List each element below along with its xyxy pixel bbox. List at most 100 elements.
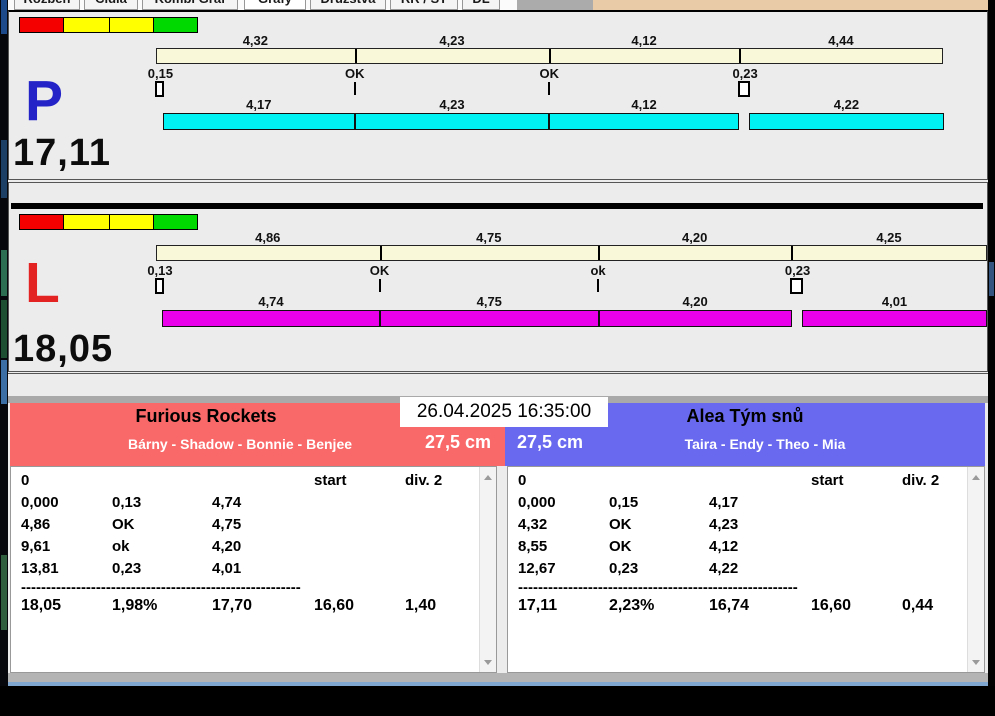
fault-box-marker (155, 81, 164, 97)
run-bar-segment (354, 113, 550, 130)
scroll-up-button[interactable] (968, 469, 984, 485)
run-bar-segment (598, 310, 792, 327)
tab-rr-t[interactable]: RR / ŠT (390, 0, 458, 10)
table-cell: OK (609, 538, 632, 555)
summary-cell: 16,60 (811, 597, 852, 614)
table-scrollbar[interactable] (967, 467, 984, 672)
lane-graph-p: 4,32 4,23 4,12 4,44 0,15 OK OK 0,23 4,17 4,23 4,12… (9, 12, 987, 179)
run-bar-segment (549, 113, 739, 130)
table-cell: 0,23 (112, 560, 142, 577)
team-members: Bárny - Shadow - Bonnie - Benjee (127, 436, 353, 452)
tab-dru-stva[interactable]: Družstva (310, 0, 386, 10)
status-strip (8, 673, 988, 682)
lane-panel-l: 4,86 4,75 4,20 4,25 0,13 OK ok 0,23 4,74 4,75 4,20… (8, 182, 988, 372)
scale-divider (354, 49, 357, 63)
scale-divider (791, 246, 794, 260)
desktop-fragment (1, 0, 7, 34)
table-cell: start (314, 472, 347, 489)
split-time-label: 4,20 (682, 230, 708, 245)
table-cell: 0 (518, 472, 527, 489)
taskbar-area (0, 686, 995, 716)
run-time-label: 4,75 (476, 294, 502, 309)
split-table-content: 0 start div. 2 0,000 0,15 4,17 4,32 OK 4,23 8,55 O… (508, 467, 967, 672)
run-bar-segment (161, 310, 380, 327)
split-table-right: 0 start div. 2 0,000 0,15 4,17 4,32 OK 4,23 8,55 O… (507, 466, 985, 673)
summary-cell: 0,44 (902, 597, 934, 614)
scroll-down-button[interactable] (968, 654, 984, 670)
table-cell: 4,74 (212, 494, 242, 511)
window-caption-strip (593, 0, 988, 10)
desktop-fragment (989, 262, 994, 296)
mark-label: 0,23 (732, 66, 758, 81)
scale-divider (379, 246, 382, 260)
tab-kombi-graf[interactable]: Kombi Graf (142, 0, 238, 10)
table-cell: div. 2 (405, 472, 443, 489)
split-time-label: 4,23 (439, 33, 465, 48)
lane-graph-l: 4,86 4,75 4,20 4,25 0,13 OK ok 0,23 4,74 4,75 4,20… (9, 183, 987, 371)
table-cell: 0,000 (518, 494, 556, 511)
summary-cell: 1,98% (112, 597, 158, 614)
split-table-left: 0 start div. 2 0,000 0,13 4,74 4,86 OK 4,75 9,61 o… (10, 466, 497, 673)
chevron-down-icon (972, 659, 980, 665)
datetime-display: 26.04.2025 16:35:00 (400, 397, 608, 427)
run-time-label: 4,17 (246, 97, 272, 112)
table-cell: 4,32 (518, 516, 548, 533)
tab-grafy[interactable]: Grafy (244, 0, 306, 10)
table-cell: 0,000 (21, 494, 59, 511)
summary-cell: 17,11 (518, 597, 558, 614)
team-name: Furious Rockets (135, 406, 277, 426)
dashed-separator: ----------------------------------------… (518, 579, 798, 595)
run-time-label: 4,01 (881, 294, 908, 309)
fault-box-marker (790, 278, 803, 294)
scroll-down-button[interactable] (480, 654, 496, 670)
tab--idla[interactable]: Čidla (84, 0, 138, 10)
scroll-up-button[interactable] (480, 469, 496, 485)
chevron-up-icon (484, 474, 492, 480)
tab-rozb-h[interactable]: Rozběh (14, 0, 80, 10)
mark-label: 0,15 (147, 66, 174, 81)
summary-cell: 16,60 (314, 597, 355, 614)
run-bar-segment (162, 113, 355, 130)
desktop-edge-strip (988, 0, 995, 686)
tab-bar: Rozběh Čidla Kombi Graf Grafy Družstva RR / Š… (8, 0, 988, 10)
scale-divider (738, 49, 741, 63)
mark-label: ok (590, 263, 606, 278)
run-bar-segment (749, 113, 944, 130)
table-cell: 4,20 (212, 538, 242, 555)
split-time-label: 4,25 (876, 230, 902, 245)
table-cell: ok (112, 538, 130, 555)
scale-divider (549, 49, 552, 63)
table-cell: 4,86 (21, 516, 51, 533)
run-time-label: 4,22 (833, 97, 860, 112)
tab-strip-gap (517, 0, 593, 10)
run-bar-segment (802, 310, 987, 327)
table-cell: 0,23 (609, 560, 639, 577)
ok-tick-marker (597, 279, 600, 292)
lane-letter: L (25, 251, 60, 315)
split-time-label: 4,86 (255, 230, 281, 245)
table-cell: 4,75 (212, 516, 242, 533)
app-window: Rozběh Čidla Kombi Graf Grafy Družstva RR / Š… (0, 0, 995, 716)
dashed-separator: ----------------------------------------… (21, 579, 301, 595)
desktop-fragment (1, 360, 7, 404)
ok-tick-marker (353, 82, 356, 95)
split-time-label: 4,12 (631, 33, 657, 48)
tab-dl[interactable]: DL (462, 0, 500, 10)
table-cell: 9,61 (21, 538, 51, 555)
run-time-label: 4,74 (258, 294, 284, 309)
split-table-content: 0 start div. 2 0,000 0,13 4,74 4,86 OK 4,75 9,61 o… (11, 467, 479, 672)
summary-cell: 17,70 (212, 597, 253, 614)
table-cell: 0,15 (609, 494, 639, 511)
table-cell: 4,12 (709, 538, 739, 555)
run-time-label: 4,20 (682, 294, 708, 309)
spacer-panel (8, 373, 988, 396)
summary-cell: 18,05 (21, 597, 62, 614)
table-scrollbar[interactable] (479, 467, 496, 672)
table-cell: 4,22 (709, 560, 739, 577)
lane-total-time: 18,05 (13, 328, 114, 370)
desktop-fragment (1, 140, 7, 198)
table-cell: 8,55 (518, 538, 548, 555)
run-time-label: 4,23 (439, 97, 465, 112)
mark-label: OK (369, 263, 390, 278)
split-time-label: 4,32 (242, 33, 269, 48)
